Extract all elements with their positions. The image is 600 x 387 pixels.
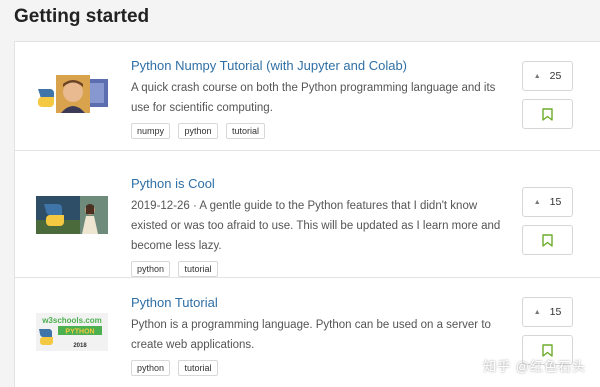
project-title-link[interactable]: Python is Cool (131, 175, 511, 193)
upvote-button[interactable]: ▲ 25 (522, 61, 573, 91)
bookmark-icon (542, 343, 553, 357)
tag-python[interactable]: python (131, 360, 171, 376)
project-card-body: Python Numpy Tutorial (with Jupyter and … (131, 57, 511, 139)
tag-numpy[interactable]: numpy (131, 123, 171, 139)
tag-tutorial[interactable]: tutorial (225, 123, 265, 139)
section-title: Getting started (14, 6, 150, 27)
vote-count: 25 (549, 70, 562, 82)
bookmark-button[interactable] (522, 225, 573, 255)
project-card-body: Python Tutorial Python is a programming … (131, 294, 511, 376)
project-title-link[interactable]: Python Tutorial (131, 294, 511, 312)
project-card-body: Python is Cool 2019-12-26 · A gentle gui… (131, 175, 511, 277)
tag-python[interactable]: python (131, 261, 171, 277)
project-description: 2019-12-26 · A gentle guide to the Pytho… (131, 200, 501, 252)
upvote-button[interactable]: ▲ 15 (522, 297, 573, 327)
vote-count: 15 (549, 306, 562, 318)
tag-tutorial[interactable]: tutorial (178, 360, 218, 376)
bookmark-icon (542, 107, 553, 121)
project-description: A quick crash course on both the Python … (131, 82, 496, 114)
bookmark-icon (542, 233, 553, 247)
tag-list: python tutorial (131, 259, 511, 277)
thumbnail-image[interactable] (36, 196, 108, 234)
thumbnail-image[interactable]: w3schools.com PYTHON 2018 (36, 313, 108, 351)
tag-list: python tutorial (131, 358, 511, 376)
thumbnail-image[interactable] (36, 75, 108, 113)
watermark: 知乎 @红色石头 (483, 359, 586, 374)
caret-up-icon: ▲ (533, 72, 541, 80)
tag-tutorial[interactable]: tutorial (178, 261, 218, 277)
tag-python[interactable]: python (178, 123, 218, 139)
thumbnail-site-text: w3schools.com (41, 316, 102, 325)
project-title-link[interactable]: Python Numpy Tutorial (with Jupyter and … (131, 57, 511, 75)
thumbnail-lang-text: PYTHON (65, 329, 94, 336)
caret-up-icon: ▲ (533, 198, 541, 206)
project-list: Python Numpy Tutorial (with Jupyter and … (14, 41, 600, 387)
caret-up-icon: ▲ (533, 308, 541, 316)
upvote-button[interactable]: ▲ 15 (522, 187, 573, 217)
bookmark-button[interactable] (522, 99, 573, 129)
project-card: Python Numpy Tutorial (with Jupyter and … (15, 42, 600, 151)
thumbnail-year-text: 2018 (73, 343, 87, 349)
tag-list: numpy python tutorial (131, 121, 511, 139)
vote-count: 15 (549, 196, 562, 208)
project-card: Python is Cool 2019-12-26 · A gentle gui… (15, 151, 600, 278)
project-description: Python is a programming language. Python… (131, 319, 491, 351)
